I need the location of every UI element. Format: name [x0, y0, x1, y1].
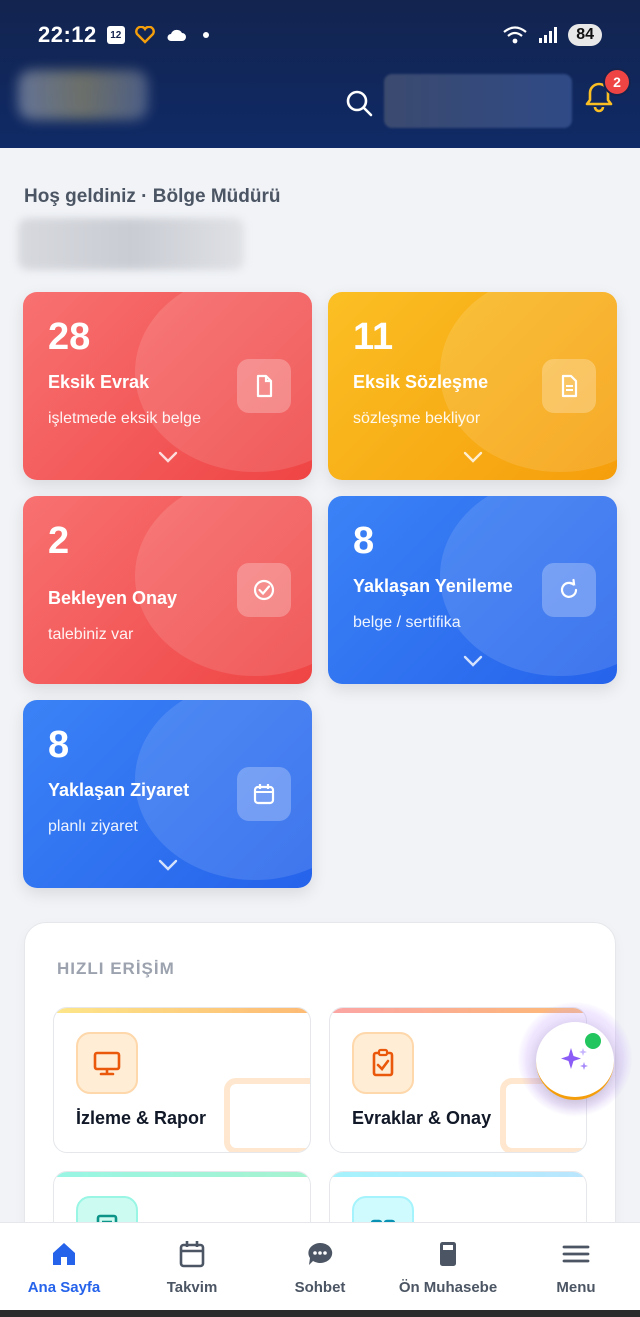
accounting-icon [440, 1242, 456, 1266]
status-bar: 22:12 12 84 [38, 18, 602, 52]
app-header: 22:12 12 84 2 [0, 0, 640, 148]
card-number: 11 [353, 316, 394, 358]
notification-badge: 2 [603, 68, 631, 96]
card-bekleyen-onay[interactable]: 2 Bekleyen Onay talebiniz var [23, 496, 312, 684]
wifi-icon [502, 25, 528, 45]
card-subtitle: belge / sertifika [353, 614, 461, 631]
card-number: 8 [48, 724, 70, 766]
card-yaklasan-yenileme[interactable]: 8 Yaklaşan Yenileme belge / sertifika [328, 496, 617, 684]
ai-assistant-button[interactable] [536, 1022, 614, 1100]
battery-indicator: 84 [568, 24, 602, 46]
menu-icon [562, 1245, 590, 1263]
clipboard-check-icon [352, 1032, 414, 1094]
quick-item-label: İzleme & Rapor [76, 1108, 207, 1128]
check-circle-icon [237, 563, 291, 617]
refresh-icon [542, 563, 596, 617]
nav-sohbet[interactable]: Sohbet [256, 1223, 384, 1310]
card-number: 28 [48, 316, 91, 358]
nav-label: Sohbet [294, 1279, 346, 1296]
card-eksik-evrak[interactable]: 28 Eksik Evrak işletmede eksik belge [23, 292, 312, 480]
nav-label: Menu [556, 1279, 596, 1296]
nav-menu[interactable]: Menu [512, 1223, 640, 1310]
chevron-down-icon[interactable] [462, 654, 484, 668]
welcome-text: Hoş geldiniz · Bölge Müdürü [24, 186, 281, 207]
system-home-bar [0, 1310, 640, 1317]
home-icon [53, 1243, 75, 1265]
card-title: Yaklaşan Ziyaret [48, 780, 190, 800]
search-field[interactable] [384, 74, 572, 128]
heart-notification-icon [134, 26, 155, 44]
status-time: 22:12 [38, 22, 97, 47]
card-title: Yaklaşan Yenileme [353, 576, 513, 596]
online-status-dot [582, 1030, 604, 1052]
bottom-navigation: Ana Sayfa Takvim Sohbet Ön Muhasebe Menu [0, 1222, 640, 1310]
brand-logo [18, 70, 148, 120]
quick-access-title: HIZLI ERİŞİM [57, 959, 175, 978]
calendar-icon [179, 1241, 205, 1268]
card-subtitle: talebiniz var [48, 626, 134, 643]
nav-on-muhasebe[interactable]: Ön Muhasebe [384, 1223, 512, 1310]
chat-icon [308, 1242, 333, 1265]
contract-icon [542, 359, 596, 413]
document-icon [237, 359, 291, 413]
chevron-down-icon[interactable] [157, 858, 179, 872]
quick-item-izleme-rapor[interactable]: İzleme & Rapor [53, 1007, 311, 1153]
more-notifications-dot [202, 32, 209, 38]
calendar-icon [237, 767, 291, 821]
card-number: 8 [353, 520, 375, 562]
monitor-icon [76, 1032, 138, 1094]
card-yaklasan-ziyaret[interactable]: 8 Yaklaşan Ziyaret planlı ziyaret [23, 700, 312, 888]
chevron-down-icon[interactable] [157, 450, 179, 464]
nav-label: Takvim [166, 1279, 218, 1296]
cloud-icon [165, 27, 187, 43]
quick-item-label: Evraklar & Onay [352, 1108, 492, 1128]
signal-icon [538, 26, 558, 44]
search-icon [346, 90, 373, 117]
chevron-down-icon[interactable] [462, 450, 484, 464]
card-subtitle: işletmede eksik belge [48, 410, 201, 427]
nav-label: Ön Muhasebe [398, 1279, 498, 1296]
card-number: 2 [48, 520, 70, 562]
calendar-notification-icon: 12 [106, 26, 125, 44]
nav-ana-sayfa[interactable]: Ana Sayfa [0, 1223, 128, 1310]
card-subtitle: planlı ziyaret [48, 818, 138, 835]
card-eksik-sozlesme[interactable]: 11 Eksik Sözleşme sözleşme bekliyor [328, 292, 617, 480]
nav-label: Ana Sayfa [27, 1279, 101, 1296]
card-subtitle: sözleşme bekliyor [353, 410, 481, 427]
card-title: Eksik Sözleşme [353, 372, 489, 392]
nav-takvim[interactable]: Takvim [128, 1223, 256, 1310]
card-title: Eksik Evrak [48, 372, 150, 392]
card-title: Bekleyen Onay [48, 588, 178, 608]
search-button[interactable] [342, 86, 376, 120]
user-name [18, 218, 244, 270]
